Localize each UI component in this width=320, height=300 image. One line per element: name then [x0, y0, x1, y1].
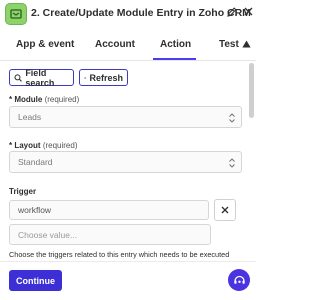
field-search-button[interactable]: Field search: [9, 67, 74, 88]
trigger-value: workflow: [18, 205, 52, 215]
layout-label-text: Layout: [14, 141, 41, 150]
module-select[interactable]: Leads: [9, 106, 242, 128]
choose-value-input[interactable]: Choose value...: [9, 224, 211, 245]
trigger-help-text: Choose the triggers related to this entr…: [9, 250, 230, 259]
layout-select[interactable]: Standard: [9, 151, 242, 173]
refresh-button[interactable]: Refresh: [79, 69, 128, 86]
pencil-icon[interactable]: [226, 6, 238, 18]
warning-icon: [242, 40, 251, 48]
tab-test[interactable]: Test: [219, 39, 251, 50]
module-required: (required): [44, 95, 80, 104]
step-header: 2. Create/Update Module Entry in Zoho CR…: [0, 0, 256, 28]
layout-required: (required): [42, 141, 78, 150]
refresh-icon: [84, 76, 87, 79]
footer: Continue: [0, 261, 256, 300]
step-title: 2. Create/Update Module Entry in Zoho CR…: [31, 7, 251, 19]
search-icon: [14, 73, 22, 82]
choose-value-placeholder: Choose value...: [18, 229, 78, 240]
layout-label: * Layout (required): [9, 141, 78, 150]
zoho-crm-app-icon: [5, 3, 27, 25]
field-search-label: Field search: [25, 67, 55, 88]
continue-button[interactable]: Continue: [9, 270, 62, 291]
refresh-label: Refresh: [89, 72, 123, 83]
step-tabs: App & event Account Action Test: [0, 29, 256, 61]
layout-value: Standard: [18, 157, 53, 167]
clear-trigger-button[interactable]: [214, 199, 236, 221]
active-tab-indicator: [153, 58, 196, 60]
clear-icon: [221, 206, 229, 214]
tab-test-label: Test: [219, 39, 239, 50]
trigger-label: Trigger: [9, 187, 37, 196]
module-value: Leads: [18, 112, 42, 122]
support-icon: [233, 275, 245, 284]
close-icon[interactable]: [243, 6, 254, 17]
chevron-updown-icon: [229, 158, 235, 168]
support-button[interactable]: [228, 269, 250, 291]
module-label-text: Module: [14, 95, 43, 104]
tab-app-event[interactable]: App & event: [16, 39, 74, 50]
tab-action[interactable]: Action: [160, 39, 191, 50]
chevron-updown-icon: [229, 113, 235, 123]
tab-account[interactable]: Account: [95, 39, 135, 50]
scrollbar[interactable]: [249, 63, 254, 118]
trigger-value-field[interactable]: workflow: [9, 200, 209, 220]
module-label: * Module (required): [9, 95, 80, 104]
